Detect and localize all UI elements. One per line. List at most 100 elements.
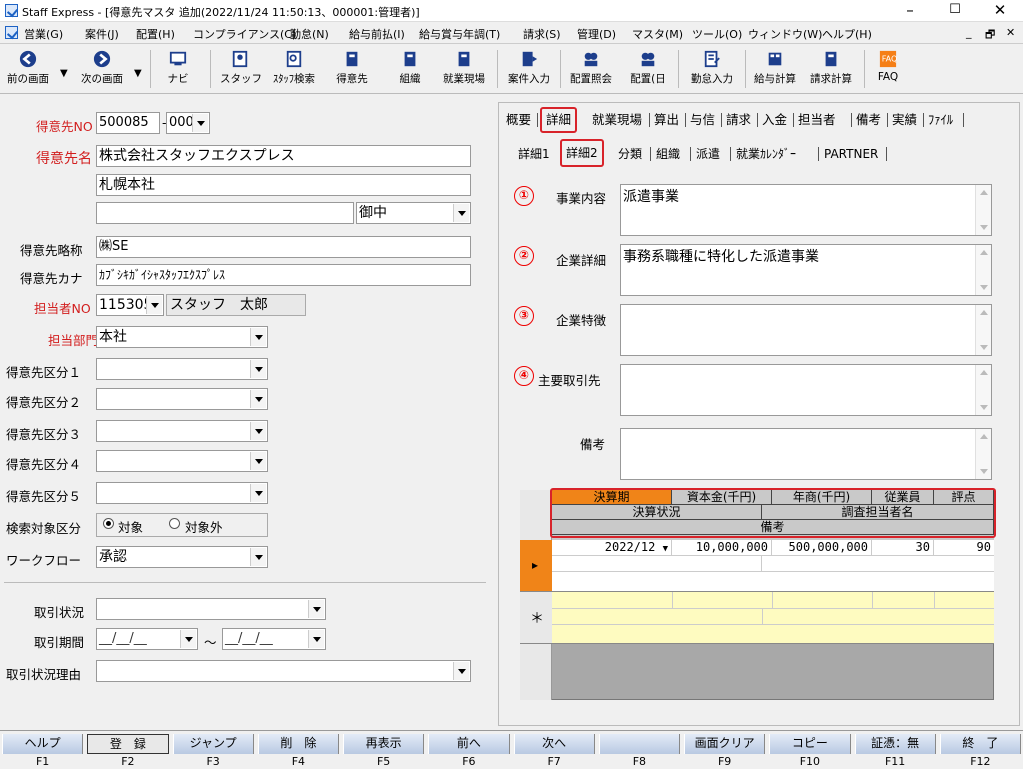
mdi-restore-button[interactable]: 🗗 bbox=[985, 26, 995, 45]
cell-score[interactable]: 90 bbox=[934, 540, 994, 556]
subtab-dispatch[interactable]: 派遣 bbox=[696, 144, 720, 164]
subtab-org[interactable]: 組織 bbox=[656, 144, 680, 164]
menu-admin[interactable]: 管理(D) bbox=[577, 26, 616, 42]
navi-button[interactable]: ナビ bbox=[160, 46, 196, 92]
fkey-button-f4[interactable]: 削 除 bbox=[257, 734, 339, 754]
tab-notes[interactable]: 備考 bbox=[856, 110, 881, 130]
radio-not-target[interactable] bbox=[169, 518, 180, 529]
fkey-button-f5[interactable]: 再表示 bbox=[343, 734, 425, 754]
scrollbar[interactable] bbox=[975, 185, 991, 235]
customer-sub-select[interactable]: 000 bbox=[166, 112, 210, 134]
tab-files[interactable]: ﾌｧｲﾙ bbox=[928, 110, 953, 130]
period-start-select[interactable]: __/__/__ bbox=[96, 628, 198, 650]
menu-master[interactable]: マスタ(M) bbox=[632, 26, 683, 42]
subtab-category[interactable]: 分類 bbox=[618, 144, 642, 164]
cell-notes[interactable] bbox=[552, 572, 994, 588]
customer-no-input[interactable]: 500085 bbox=[96, 112, 160, 134]
kana-input[interactable]: ｶﾌﾞｼｷｶﾞｲｼｬｽﾀｯﾌｴｸｽﾌﾟﾚｽ bbox=[96, 264, 471, 286]
short-name-input[interactable]: ㈱SE bbox=[96, 236, 471, 258]
salary-calc-button[interactable]: 給与計算 bbox=[748, 46, 802, 92]
fkey-button-f2[interactable]: 登 録 bbox=[87, 734, 169, 754]
mdi-minimize-button[interactable]: _ bbox=[966, 26, 972, 39]
forward-dropdown-icon[interactable]: ▼ bbox=[134, 68, 142, 79]
forward-button[interactable]: 次の画面 bbox=[74, 46, 130, 92]
cell-sales[interactable]: 500,000,000 bbox=[772, 540, 872, 556]
period-end-select[interactable]: __/__/__ bbox=[222, 628, 326, 650]
tab-credit[interactable]: 与信 bbox=[690, 110, 715, 130]
subtab-calendar[interactable]: 就業ｶﾚﾝﾀﾞｰ bbox=[736, 144, 796, 164]
back-button[interactable]: 前の画面 bbox=[2, 46, 54, 92]
menu-billing[interactable]: 請求(S) bbox=[523, 26, 561, 42]
menu-attendance[interactable]: 勤怠(N) bbox=[290, 26, 329, 42]
fkey-button-f8[interactable] bbox=[598, 734, 680, 754]
trade-status-select[interactable] bbox=[96, 598, 326, 620]
radio-target[interactable] bbox=[103, 518, 114, 529]
tab-overview[interactable]: 概要 bbox=[506, 110, 531, 130]
cell-employees[interactable]: 30 bbox=[872, 540, 934, 556]
minimize-button[interactable]: – bbox=[888, 0, 932, 22]
customer-name2-input[interactable]: 札幌本社 bbox=[96, 174, 471, 196]
job-entry-button[interactable]: 案件入力 bbox=[502, 46, 556, 92]
company-feature-textarea[interactable] bbox=[620, 304, 992, 356]
fkey-button-f6[interactable]: 前へ bbox=[428, 734, 510, 754]
staff-no-select[interactable]: 115305 bbox=[96, 294, 164, 316]
billing-calc-button[interactable]: 請求計算 bbox=[804, 46, 858, 92]
class4-select[interactable] bbox=[96, 450, 268, 472]
class5-select[interactable] bbox=[96, 482, 268, 504]
fkey-button-f7[interactable]: 次へ bbox=[513, 734, 595, 754]
fkey-button-f12[interactable]: 終 了 bbox=[939, 734, 1021, 754]
staff-search-button[interactable]: ｽﾀｯﾌ検索 bbox=[264, 46, 324, 92]
menu-window[interactable]: ウィンドウ(W) bbox=[748, 26, 822, 42]
cell-status[interactable] bbox=[552, 556, 762, 572]
tab-payment[interactable]: 入金 bbox=[762, 110, 787, 130]
menu-tools[interactable]: ツール(O) bbox=[692, 26, 742, 42]
customer-name3-input[interactable] bbox=[96, 202, 354, 224]
mdi-close-button[interactable]: ✕ bbox=[1006, 26, 1015, 39]
menu-jobs[interactable]: 案件(J) bbox=[85, 26, 119, 42]
tab-results[interactable]: 実績 bbox=[892, 110, 917, 130]
company-detail-textarea[interactable]: 事務系職種に特化した派遣事業 bbox=[620, 244, 992, 296]
subtab-partner[interactable]: PARTNER bbox=[824, 144, 878, 164]
faq-button[interactable]: FAQ FAQ bbox=[868, 46, 908, 92]
grid-row[interactable]: 2022/12 ▼ 10,000,000 500,000,000 30 90 bbox=[552, 540, 994, 592]
menu-sales[interactable]: 営業(G) bbox=[24, 26, 63, 42]
org-button[interactable]: 組織 bbox=[390, 46, 430, 92]
class1-select[interactable] bbox=[96, 358, 268, 380]
dept-select[interactable]: 本社 bbox=[96, 326, 268, 348]
tab-billing[interactable]: 請求 bbox=[726, 110, 751, 130]
notes-textarea[interactable] bbox=[620, 428, 992, 480]
customer-button[interactable]: 得意先 bbox=[330, 46, 374, 92]
scrollbar[interactable] bbox=[975, 245, 991, 295]
row-indicator-current[interactable]: ▸ bbox=[520, 540, 552, 592]
trade-reason-select[interactable] bbox=[96, 660, 471, 682]
fkey-button-f9[interactable]: 画面クリア bbox=[684, 734, 766, 754]
fkey-button-f3[interactable]: ジャンプ bbox=[172, 734, 254, 754]
fkey-button-f11[interactable]: 証憑：無 bbox=[854, 734, 936, 754]
row-indicator-new[interactable]: ＊ bbox=[520, 592, 552, 644]
class3-select[interactable] bbox=[96, 420, 268, 442]
customer-name-input[interactable]: 株式会社スタッフエクスプレス bbox=[96, 145, 471, 167]
staff-button[interactable]: スタッフ bbox=[220, 46, 262, 92]
tab-work-site[interactable]: 就業現場 bbox=[592, 110, 642, 130]
class2-select[interactable] bbox=[96, 388, 268, 410]
subtab-detail2[interactable]: 詳細2 bbox=[560, 139, 604, 167]
close-button[interactable]: ✕ bbox=[978, 0, 1022, 22]
back-dropdown-icon[interactable]: ▼ bbox=[60, 68, 68, 79]
attendance-button[interactable]: 勤怠入力 bbox=[684, 46, 740, 92]
cell-capital[interactable]: 10,000,000 bbox=[672, 540, 772, 556]
fkey-button-f1[interactable]: ヘルプ bbox=[2, 734, 84, 754]
menu-advance-pay[interactable]: 給与前払(I) bbox=[349, 26, 405, 42]
scrollbar[interactable] bbox=[975, 305, 991, 355]
main-clients-textarea[interactable] bbox=[620, 364, 992, 416]
business-textarea[interactable]: 派遣事業 bbox=[620, 184, 992, 236]
subtab-detail1[interactable]: 詳細1 bbox=[518, 144, 550, 164]
maximize-button[interactable]: ☐ bbox=[933, 0, 977, 22]
assign-ref-button[interactable]: 配置照会 bbox=[564, 46, 618, 92]
site-button[interactable]: 就業現場 bbox=[436, 46, 492, 92]
assign-day-button[interactable]: 配置(日 bbox=[624, 46, 672, 92]
menu-compliance[interactable]: コンプライアンス(C) bbox=[193, 26, 296, 42]
tab-calc[interactable]: 算出 bbox=[654, 110, 679, 130]
menu-salary[interactable]: 給与賞与年調(T) bbox=[419, 26, 500, 42]
cell-period[interactable]: 2022/12 ▼ bbox=[552, 540, 672, 556]
honorific-select[interactable]: 御中 bbox=[356, 202, 471, 224]
